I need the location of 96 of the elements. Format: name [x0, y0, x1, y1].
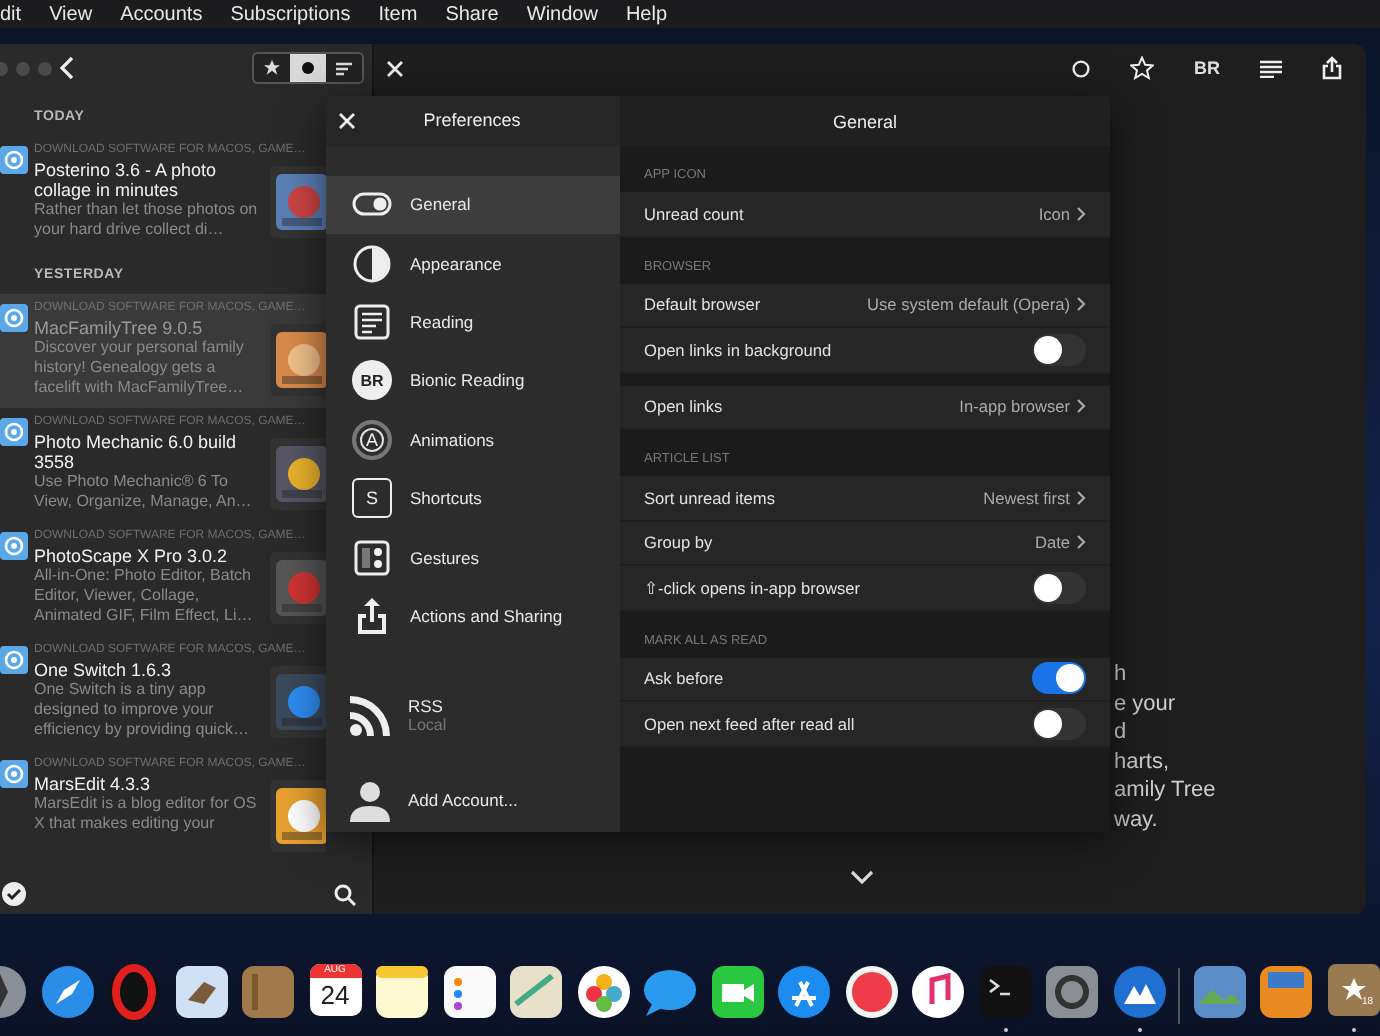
star-button[interactable] [1130, 56, 1154, 80]
setting-label: ⇧-click opens in-app browser [644, 577, 862, 598]
menu-item[interactable]: Help [625, 3, 668, 25]
setting-label: Sort unread items [644, 487, 777, 508]
star-icon [264, 60, 280, 76]
article-summary: Discover your personal family history! Genealogy gets a facelift with MacFamilyTree… [34, 338, 246, 398]
article-title: MacFamilyTree 9.0.5 [34, 318, 205, 338]
setting-label: Open next feed after read all [644, 713, 857, 734]
bionic-icon: BR [352, 360, 392, 401]
sidebar-item[interactable]: Actions and Sharing [326, 586, 620, 646]
close-button[interactable] [386, 59, 404, 77]
toggle-switch[interactable] [1032, 662, 1086, 695]
back-button[interactable] [60, 56, 76, 80]
setting-label: Open links in background [644, 339, 834, 360]
running-indicator [1003, 1028, 1007, 1032]
article-text: harts, [1114, 747, 1172, 777]
dot-filter-button[interactable] [290, 54, 326, 82]
bionic-reading-button[interactable]: BR [1194, 58, 1220, 78]
article-text: amily Tree [1114, 776, 1216, 806]
contrast-icon [352, 243, 392, 284]
menu-item[interactable]: dit [0, 3, 22, 25]
dialog-title: Preferences [421, 110, 523, 131]
account-item[interactable]: RSS Local [326, 684, 620, 749]
article-title: PhotoScape X Pro 3.0.2 [34, 546, 230, 566]
article-text: d [1114, 718, 1129, 748]
toggle-switch[interactable] [1032, 707, 1086, 740]
rss-icon [348, 694, 392, 739]
article-title: Photo Mechanic 6.0 build 3558 [34, 432, 239, 472]
article-summary: Rather than let those photos on your hard drive collect di… [34, 200, 260, 240]
animation-icon: A [352, 419, 392, 460]
lines-icon [336, 61, 352, 75]
chevron-right-icon [1076, 205, 1086, 222]
article-summary: Use Photo Mechanic® 6 To View, Organize, Manage, An… [34, 472, 254, 512]
feed-icon [0, 418, 28, 446]
setting-value[interactable]: Newest first [983, 487, 1086, 508]
document-icon [352, 302, 392, 343]
gestures-icon [352, 537, 392, 577]
circle-button[interactable] [1072, 59, 1090, 77]
article-text: h [1114, 660, 1129, 690]
close-button[interactable] [338, 111, 356, 130]
article-text: way. [1114, 805, 1160, 836]
mark-read-button[interactable] [2, 882, 26, 906]
sidebar-item[interactable]: BR Bionic Reading [326, 351, 620, 411]
article-title: MarsEdit 4.3.3 [34, 774, 153, 794]
menu-item[interactable]: Item [378, 3, 418, 25]
sidebar-item[interactable]: A Animations [326, 410, 620, 469]
feed-icon [0, 304, 28, 332]
article-summary: One Switch is a tiny app designed to improve your efficiency by providing quick… [34, 680, 251, 740]
setting-label: Open links [644, 396, 725, 417]
running-indicator [1137, 1028, 1141, 1032]
article-title: One Switch 1.6.3 [34, 660, 174, 680]
article-title: Posterino 3.6 - A photo collage in minutes [34, 160, 219, 200]
feed-icon [0, 146, 28, 174]
setting-label: Unread count [644, 203, 746, 224]
chevron-right-icon [1076, 489, 1086, 506]
menu-item[interactable]: Window [526, 3, 598, 25]
sidebar-item[interactable]: S Shortcuts [326, 468, 620, 528]
account-item[interactable]: Add Account... [326, 768, 620, 833]
toggle-switch[interactable] [1032, 333, 1086, 366]
chevron-down-button[interactable] [850, 870, 874, 886]
toggle-switch[interactable] [1032, 571, 1086, 604]
share-icon [352, 595, 392, 636]
search-button[interactable] [334, 883, 356, 905]
setting-label: Ask before [644, 668, 726, 689]
feed-icon [0, 532, 28, 560]
sidebar-item[interactable]: Appearance [326, 234, 620, 293]
chevron-right-icon [1076, 534, 1086, 551]
setting-label: Default browser [644, 294, 763, 315]
chevron-right-icon [1076, 398, 1086, 415]
setting-value[interactable]: Icon [1038, 203, 1086, 224]
lines-filter-button[interactable] [326, 54, 362, 82]
sidebar-item[interactable]: Reading [326, 292, 620, 352]
menu-item[interactable]: Subscriptions [230, 3, 351, 25]
person-icon [348, 778, 392, 823]
article-text: e your [1114, 689, 1178, 719]
article-summary: MarsEdit is a blog editor for OS X that makes editing your [34, 794, 259, 834]
menu-item[interactable]: Share [445, 3, 499, 25]
setting-value[interactable]: Date [1034, 532, 1086, 553]
menu-item[interactable]: Accounts [120, 3, 203, 25]
setting-value[interactable]: Use system default (Opera) [867, 294, 1086, 315]
shortcut-icon: S [352, 478, 392, 519]
setting-value[interactable]: In-app browser [959, 396, 1086, 417]
running-indicator [1351, 1028, 1355, 1032]
feed-icon [0, 646, 28, 674]
star-filter-button[interactable] [254, 54, 290, 82]
panel-title: General [832, 111, 898, 131]
sidebar-item[interactable]: General [326, 175, 620, 235]
chevron-right-icon [1076, 296, 1086, 313]
share-button[interactable] [1322, 56, 1342, 80]
sidebar-item[interactable]: Gestures [326, 527, 620, 587]
article-summary: All-in-One: Photo Editor, Batch Editor, Viewer, Collage, Animated GIF, Film Effect, Li… [34, 566, 255, 626]
menu-item[interactable]: View [49, 3, 93, 25]
text-format-button[interactable] [1260, 59, 1282, 77]
dot-icon [302, 62, 314, 74]
setting-label: Group by [644, 532, 715, 553]
feed-icon [0, 760, 28, 788]
